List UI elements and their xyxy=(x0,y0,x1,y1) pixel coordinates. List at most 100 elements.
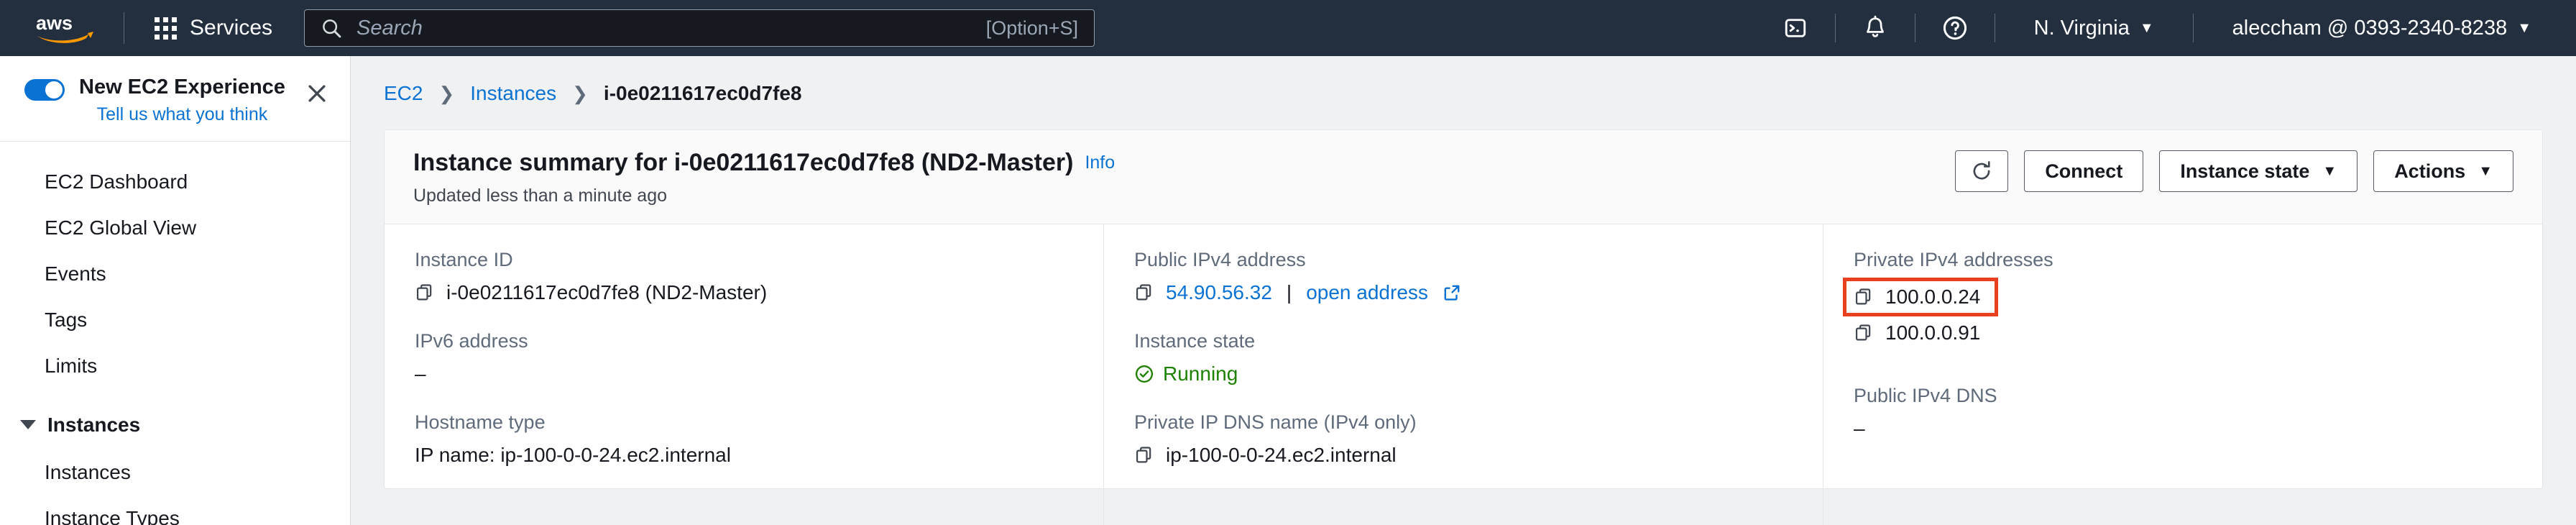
header-actions: Connect Instance state ▼ Actions ▼ xyxy=(1955,150,2513,192)
field-value: ip-100-0-0-24.ec2.internal xyxy=(1134,444,1793,467)
account-label: aleccham @ 0393-2340-8238 xyxy=(2232,16,2508,40)
page-body: New EC2 Experience Tell us what you thin… xyxy=(0,56,2576,525)
field-instance-id: Instance ID i-0e0211617ec0d7fe8 (ND2-Mas… xyxy=(415,249,1073,304)
feedback-link[interactable]: Tell us what you think xyxy=(79,104,285,125)
instance-state-button[interactable]: Instance state ▼ xyxy=(2159,150,2358,192)
services-menu-button[interactable]: Services xyxy=(149,9,278,47)
status-badge: Running xyxy=(1134,362,1238,385)
private-ip-secondary-row: 100.0.0.91 xyxy=(1854,321,2512,344)
sidebar-item-tags[interactable]: Tags xyxy=(0,297,350,343)
chevron-right-icon: ❯ xyxy=(572,82,588,104)
copy-icon[interactable] xyxy=(1134,283,1154,303)
sidebar-item-ec2-global-view[interactable]: EC2 Global View xyxy=(0,205,350,251)
field-label: Instance state xyxy=(1134,330,1256,352)
field-label: Public IPv4 DNS xyxy=(1854,385,1997,406)
field-label: Private IP DNS name (IPv4 only) xyxy=(1134,411,1417,433)
field-private-ip-dns-name: Private IP DNS name (IPv4 only) ip-100-0… xyxy=(1134,411,1793,467)
search-shortcut-hint: [Option+S] xyxy=(985,17,1079,39)
banner-text-block: New EC2 Experience Tell us what you thin… xyxy=(79,75,285,125)
title-block: Instance summary for i-0e0211617ec0d7fe8… xyxy=(413,149,1955,206)
chevron-down-icon: ▼ xyxy=(2478,163,2493,179)
aws-logo[interactable]: aws xyxy=(34,12,99,44)
instance-id-value: i-0e0211617ec0d7fe8 (ND2-Master) xyxy=(446,281,768,303)
info-link[interactable]: Info xyxy=(1085,152,1115,173)
chevron-down-icon: ▼ xyxy=(2139,20,2154,36)
account-menu[interactable]: aleccham @ 0393-2340-8238 ▼ xyxy=(2214,9,2550,47)
value-separator: | xyxy=(1286,281,1292,303)
copy-icon[interactable] xyxy=(1854,287,1874,307)
breadcrumb-item-ec2[interactable]: EC2 xyxy=(384,82,423,105)
new-experience-toggle[interactable] xyxy=(24,79,65,101)
chevron-down-icon: ▼ xyxy=(2322,163,2337,179)
field-public-ipv4-address: Public IPv4 address 54.90.56.32 | open a… xyxy=(1134,249,1793,304)
sidebar-item-events[interactable]: Events xyxy=(0,251,350,297)
field-value: Running xyxy=(1134,362,1793,385)
external-link-icon[interactable] xyxy=(1443,283,1461,302)
search-placeholder: Search xyxy=(356,16,423,40)
sidebar-group-label: Instances xyxy=(47,413,141,436)
nav-right-group: N. Virginia ▼ aleccham @ 0393-2340-8238 … xyxy=(1776,9,2550,47)
field-value: – xyxy=(1854,417,1865,439)
actions-button[interactable]: Actions ▼ xyxy=(2373,150,2513,192)
cloudshell-icon[interactable] xyxy=(1776,9,1815,47)
field-value: i-0e0211617ec0d7fe8 (ND2-Master) xyxy=(415,281,1073,304)
instance-summary-card: Instance summary for i-0e0211617ec0d7fe8… xyxy=(384,129,2543,525)
field-label: Public IPv4 address xyxy=(1134,249,1306,270)
breadcrumb-item-instances[interactable]: Instances xyxy=(470,82,556,105)
instance-state-value: Running xyxy=(1163,362,1238,385)
sidebar-item-ec2-dashboard[interactable]: EC2 Dashboard xyxy=(0,159,350,205)
refresh-icon xyxy=(1973,161,1990,180)
field-label: Private IPv4 addresses xyxy=(1854,249,2053,270)
field-value: 54.90.56.32 | open address xyxy=(1134,281,1793,304)
sidebar-group-instances[interactable]: Instances xyxy=(0,401,350,449)
refresh-button[interactable] xyxy=(1955,150,2009,192)
search-icon xyxy=(323,19,341,38)
card-header: Instance summary for i-0e0211617ec0d7fe8… xyxy=(385,130,2542,224)
annotated-private-ip-primary: 100.0.0.24 xyxy=(1842,278,1999,316)
sidebar-item-limits[interactable]: Limits xyxy=(0,343,350,389)
connect-label: Connect xyxy=(2045,160,2123,182)
detail-column-1: Instance ID i-0e0211617ec0d7fe8 (ND2-Mas… xyxy=(385,224,1103,525)
field-value: IP name: ip-100-0-0-24.ec2.internal xyxy=(415,444,731,466)
field-hostname-type: Hostname type IP name: ip-100-0-0-24.ec2… xyxy=(415,411,1073,467)
connect-button[interactable]: Connect xyxy=(2024,150,2144,192)
bell-icon[interactable] xyxy=(1856,9,1895,47)
field-instance-state: Instance state Running xyxy=(1134,330,1793,385)
sidebar-nav-list: EC2 Dashboard EC2 Global View Events Tag… xyxy=(0,142,350,525)
open-address-link[interactable]: open address xyxy=(1306,281,1428,304)
new-experience-banner: New EC2 Experience Tell us what you thin… xyxy=(0,56,350,142)
main-content: EC2 ❯ Instances ❯ i-0e0211617ec0d7fe8 In… xyxy=(351,56,2576,525)
services-label: Services xyxy=(190,16,273,40)
chevron-right-icon: ❯ xyxy=(438,82,455,104)
close-icon[interactable] xyxy=(301,78,333,109)
check-circle-icon xyxy=(1135,365,1154,383)
field-label: Hostname type xyxy=(415,411,546,433)
private-ipv4-value-secondary: 100.0.0.91 xyxy=(1885,321,1981,344)
field-label: Instance ID xyxy=(415,249,513,270)
help-circle-icon[interactable] xyxy=(1936,9,1974,47)
sidebar-item-instances[interactable]: Instances xyxy=(0,449,350,496)
nav-divider xyxy=(1834,14,1836,42)
breadcrumb: EC2 ❯ Instances ❯ i-0e0211617ec0d7fe8 xyxy=(351,56,2576,129)
nav-divider xyxy=(2192,14,2194,42)
actions-label: Actions xyxy=(2394,160,2466,182)
copy-icon[interactable] xyxy=(1134,445,1154,465)
svg-text:aws: aws xyxy=(36,12,73,34)
field-private-ipv4-addresses: Private IPv4 addresses 100.0.0.24 100.0.… xyxy=(1842,249,2512,344)
sidebar-item-instance-types[interactable]: Instance Types xyxy=(0,496,350,525)
private-ipv4-value-primary: 100.0.0.24 xyxy=(1885,286,1981,308)
top-navigation-bar: aws Services Search [Option+S] N. Virgin… xyxy=(0,0,2576,56)
private-ip-dns-value: ip-100-0-0-24.ec2.internal xyxy=(1166,444,1397,466)
region-selector[interactable]: N. Virginia ▼ xyxy=(2015,9,2173,47)
copy-icon[interactable] xyxy=(1854,323,1874,343)
detail-column-3: Private IPv4 addresses 100.0.0.24 100.0.… xyxy=(1823,224,2542,525)
copy-icon[interactable] xyxy=(415,283,435,303)
instance-state-label: Instance state xyxy=(2180,160,2310,182)
grid-icon xyxy=(155,17,177,40)
search-input[interactable]: Search [Option+S] xyxy=(304,9,1095,47)
field-value: – xyxy=(415,362,426,385)
public-ipv4-value[interactable]: 54.90.56.32 xyxy=(1166,281,1272,304)
field-label: IPv6 address xyxy=(415,330,528,352)
banner-title: New EC2 Experience xyxy=(79,76,285,99)
card-body: Instance ID i-0e0211617ec0d7fe8 (ND2-Mas… xyxy=(385,224,2542,525)
